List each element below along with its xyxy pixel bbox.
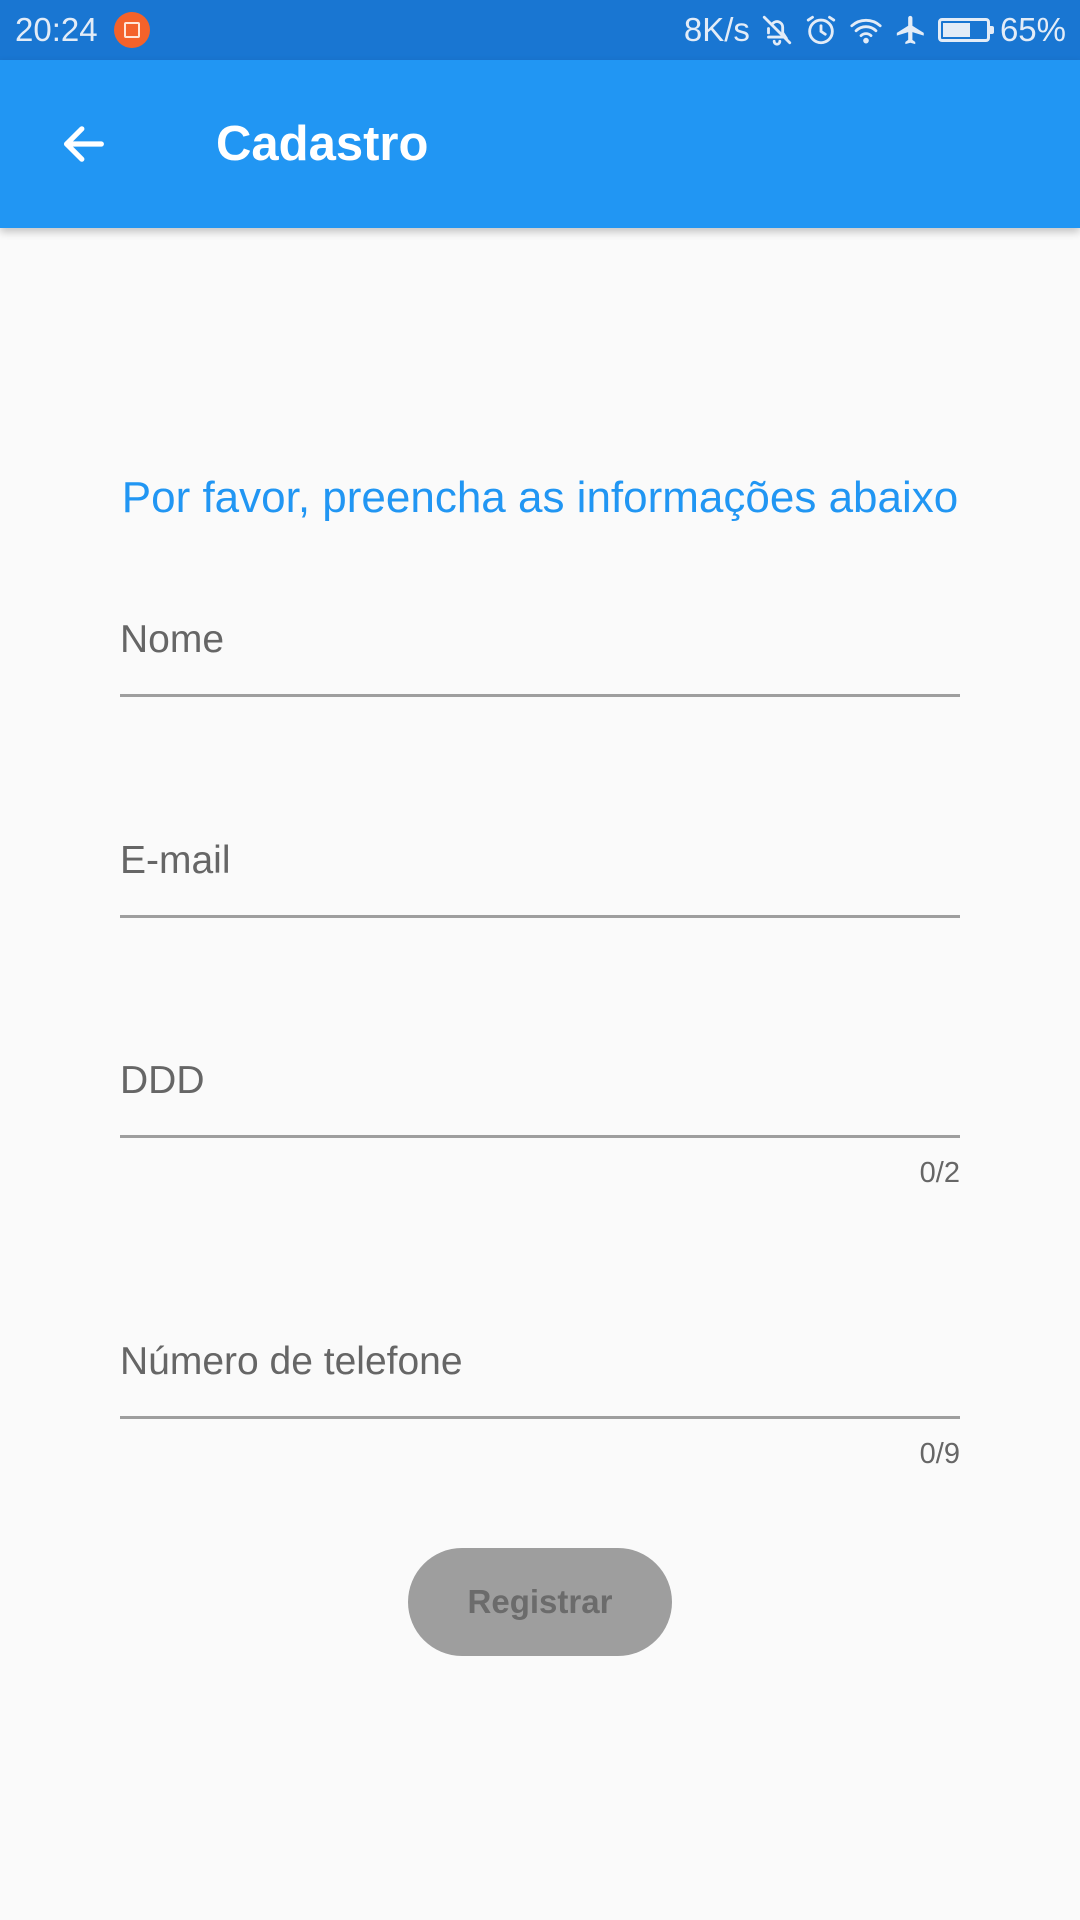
signup-screen: 20:24 8K/s 65% Cadastro Por favor, preen… [0,0,1080,1920]
network-speed: 8K/s [683,11,750,48]
register-button[interactable]: Registrar [408,1548,672,1656]
back-button[interactable] [36,102,132,186]
email-field-underline [120,915,960,918]
ddd-field[interactable] [120,1055,960,1135]
name-field[interactable] [120,614,960,694]
airplane-icon [896,15,924,45]
battery-icon [937,18,994,42]
bell-off-icon [762,15,792,46]
page-title: Cadastro [216,117,429,171]
email-field[interactable] [120,835,960,915]
app-notification-icon [114,12,150,48]
arrow-left-icon [64,126,104,162]
ddd-character-counter: 0/2 [919,1157,960,1189]
ddd-field-underline [120,1135,960,1138]
status-icons: 8K/s 65% [684,10,1066,50]
phone-field-underline [120,1416,960,1419]
wifi-icon [850,18,882,44]
alarm-icon [806,15,836,45]
form-instruction: Por favor, preencha as informações abaix… [121,473,959,522]
battery-percent: 65% [999,11,1066,48]
phone-character-counter: 0/9 [919,1438,960,1470]
status-bar: 20:24 8K/s 65% [0,0,1080,60]
name-field-underline [120,694,960,697]
phone-field[interactable] [120,1336,960,1416]
app-bar: Cadastro [0,60,1080,228]
status-time: 20:24 [15,11,98,48]
